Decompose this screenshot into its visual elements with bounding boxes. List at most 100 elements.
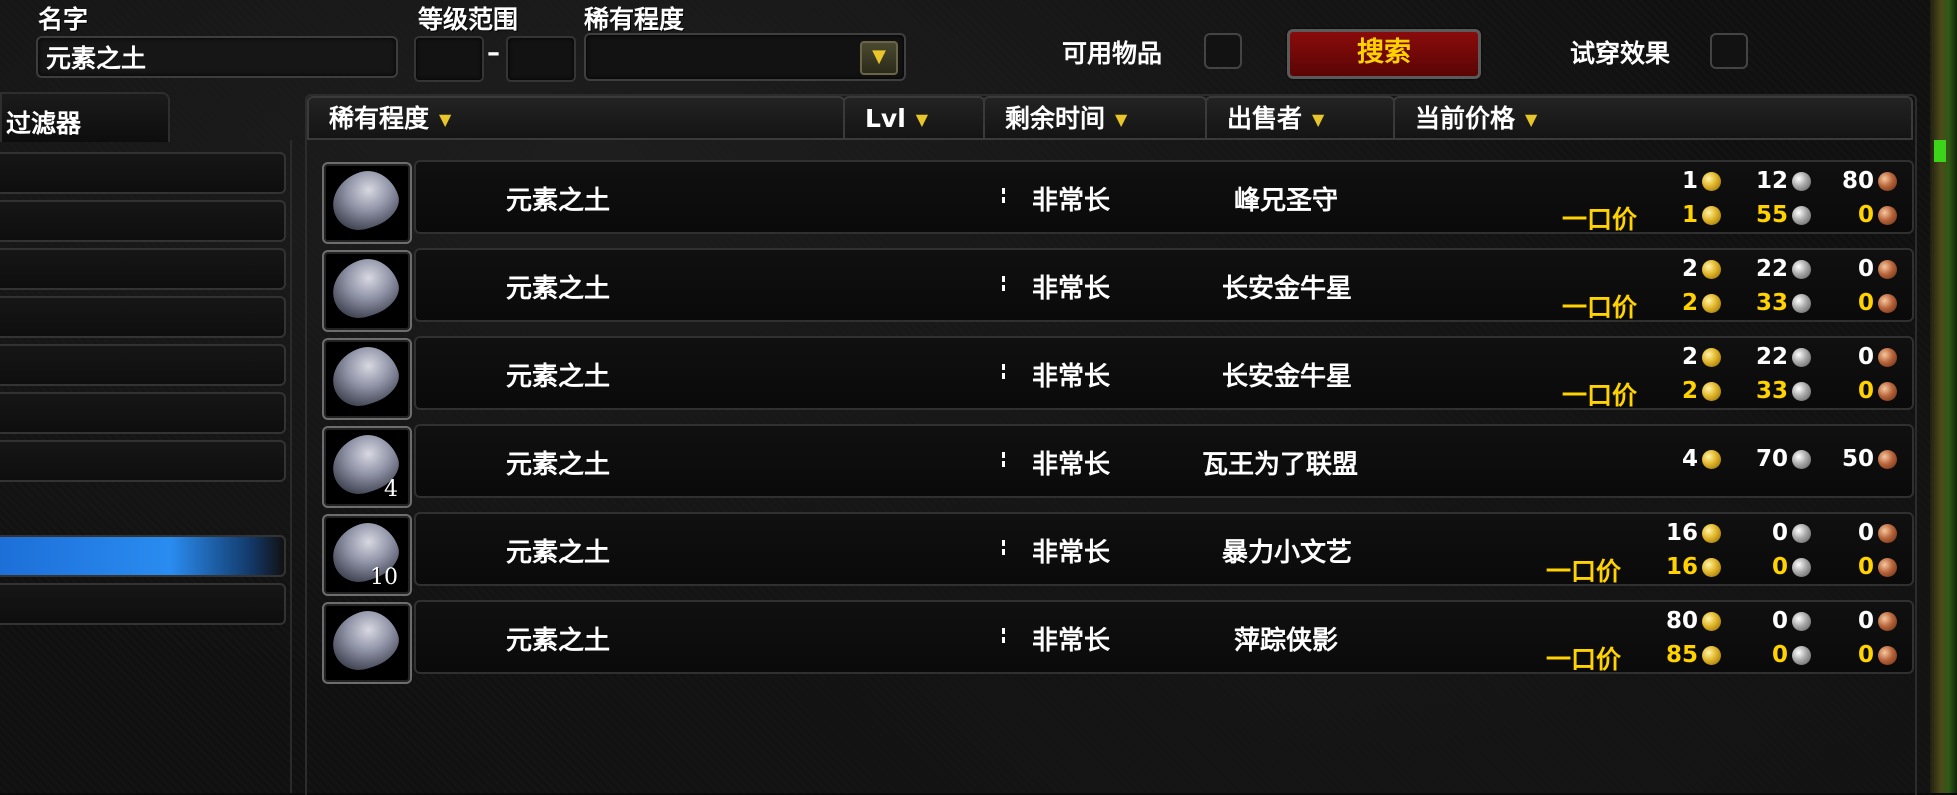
copper-coin-icon [1878,558,1897,577]
window-edge [1930,0,1957,793]
stack-count: 10 [370,565,398,590]
gold-coin-icon [1702,382,1721,401]
buyout-price: 1 55 0 [1586,202,1906,228]
bid-price: 16 0 0 [1586,520,1906,546]
silver-coin-icon [1792,450,1811,469]
copper-coin-icon [1878,260,1897,279]
column-header-seller[interactable]: 出售者 ▼ [1205,96,1395,140]
row-bar[interactable]: 元素之土 非常长 峰兄圣守 1 12 80 一口价 1 55 0 [414,160,1914,234]
seller-name: 萍踪侠影 [1234,626,1339,656]
table-row[interactable]: 4 元素之土 非常长 瓦王为了联盟 4 70 50 [322,424,1914,508]
filter-item[interactable] [0,248,286,290]
filter-tab[interactable]: 过滤器 [0,92,170,142]
sort-arrow-icon: ▼ [1115,110,1128,129]
table-row[interactable]: 元素之土 非常长 峰兄圣守 1 12 80 一口价 1 55 0 [322,160,1914,244]
time-left: 非常长 [1032,274,1111,304]
gold-coin-icon [1702,612,1721,631]
sort-arrow-icon: ▼ [1525,110,1538,129]
gold-coin-icon [1702,558,1721,577]
search-button[interactable]: 搜索 [1287,29,1481,79]
item-name: 元素之土 [506,626,611,656]
filter-item[interactable] [0,583,286,625]
max-level-input[interactable] [506,36,576,82]
item-icon[interactable] [322,250,412,332]
earth-element-icon [324,603,406,677]
gold-coin-icon [1702,172,1721,191]
silver-coin-icon [1792,612,1811,631]
try-on-checkbox[interactable] [1710,33,1748,69]
rarity-dropdown[interactable]: ▼ [584,33,906,81]
seller-name: 峰兄圣守 [1234,186,1339,216]
buyout-price: 16 0 0 [1586,554,1906,580]
silver-coin-icon [1792,294,1811,313]
filter-item[interactable] [0,296,286,338]
table-row[interactable]: 10 元素之土 非常长 暴力小文艺 16 0 0 一口价 16 0 0 [322,512,1914,596]
earth-element-icon [324,163,406,237]
filter-item[interactable] [0,152,286,194]
filter-tab-label: 过滤器 [6,109,82,138]
sort-arrow-icon: ▼ [1312,110,1325,129]
usable-items-label: 可用物品 [1062,39,1163,68]
table-row[interactable]: 元素之土 非常长 萍踪侠影 80 0 0 一口价 85 0 0 [322,600,1914,684]
sort-arrow-icon: ▼ [439,110,452,129]
min-level-input[interactable] [414,36,484,82]
level-value [1002,452,1006,468]
filter-item[interactable] [0,344,286,386]
gold-coin-icon [1702,260,1721,279]
gold-coin-icon [1702,450,1721,469]
time-left: 非常长 [1032,626,1111,656]
filter-item[interactable] [0,440,286,482]
name-search-field[interactable] [36,36,398,78]
gold-coin-icon [1702,206,1721,225]
column-header-rarity[interactable]: 稀有程度 ▼ [307,96,845,140]
earth-element-icon [324,251,406,325]
name-input[interactable] [38,38,396,76]
level-value [1002,276,1006,292]
silver-coin-icon [1792,260,1811,279]
copper-coin-icon [1878,524,1897,543]
row-bar[interactable]: 元素之土 非常长 长安金牛星 2 22 0 一口价 2 33 0 [414,248,1914,322]
row-bar[interactable]: 元素之土 非常长 瓦王为了联盟 4 70 50 [414,424,1914,498]
item-icon[interactable] [322,162,412,244]
copper-coin-icon [1878,646,1897,665]
row-bar[interactable]: 元素之土 非常长 萍踪侠影 80 0 0 一口价 85 0 0 [414,600,1914,674]
column-header-time-left[interactable]: 剩余时间 ▼ [983,96,1207,140]
row-bar[interactable]: 元素之土 非常长 长安金牛星 2 22 0 一口价 2 33 0 [414,336,1914,410]
column-header-level[interactable]: Lvl ▼ [843,96,985,140]
item-icon[interactable] [322,338,412,420]
usable-items-checkbox[interactable] [1204,33,1242,69]
buyout-price: 2 33 0 [1586,378,1906,404]
bid-price: 80 0 0 [1586,608,1906,634]
table-row[interactable]: 元素之土 非常长 长安金牛星 2 22 0 一口价 2 33 0 [322,248,1914,332]
time-left: 非常长 [1032,450,1111,480]
buyout-price: 85 0 0 [1586,642,1906,668]
item-name: 元素之土 [506,274,611,304]
seller-name: 长安金牛星 [1222,274,1353,304]
level-value [1002,188,1006,204]
copper-coin-icon [1878,382,1897,401]
time-left: 非常长 [1032,538,1111,568]
buyout-price: 2 33 0 [1586,290,1906,316]
time-left: 非常长 [1032,362,1111,392]
copper-coin-icon [1878,348,1897,367]
copper-coin-icon [1878,206,1897,225]
item-icon[interactable] [322,602,412,684]
sort-arrow-icon: ▼ [915,110,929,129]
filter-item[interactable] [0,200,286,242]
try-on-label: 试穿效果 [1570,39,1671,68]
filter-item[interactable] [0,392,286,434]
seller-name: 长安金牛星 [1222,362,1353,392]
copper-coin-icon [1878,612,1897,631]
column-header-current-price[interactable]: 当前价格 ▼ [1393,96,1913,140]
item-icon[interactable]: 4 [322,426,412,508]
chevron-down-icon[interactable]: ▼ [860,41,898,75]
filter-item-selected[interactable] [0,535,286,577]
bid-price: 4 70 50 [1586,446,1906,472]
earth-element-icon [324,339,406,413]
row-bar[interactable]: 元素之土 非常长 暴力小文艺 16 0 0 一口价 16 0 0 [414,512,1914,586]
side-indicator [1934,140,1946,162]
table-row[interactable]: 元素之土 非常长 长安金牛星 2 22 0 一口价 2 33 0 [322,336,1914,420]
item-icon[interactable]: 10 [322,514,412,596]
rarity-label: 稀有程度 [584,5,685,34]
silver-coin-icon [1792,646,1811,665]
